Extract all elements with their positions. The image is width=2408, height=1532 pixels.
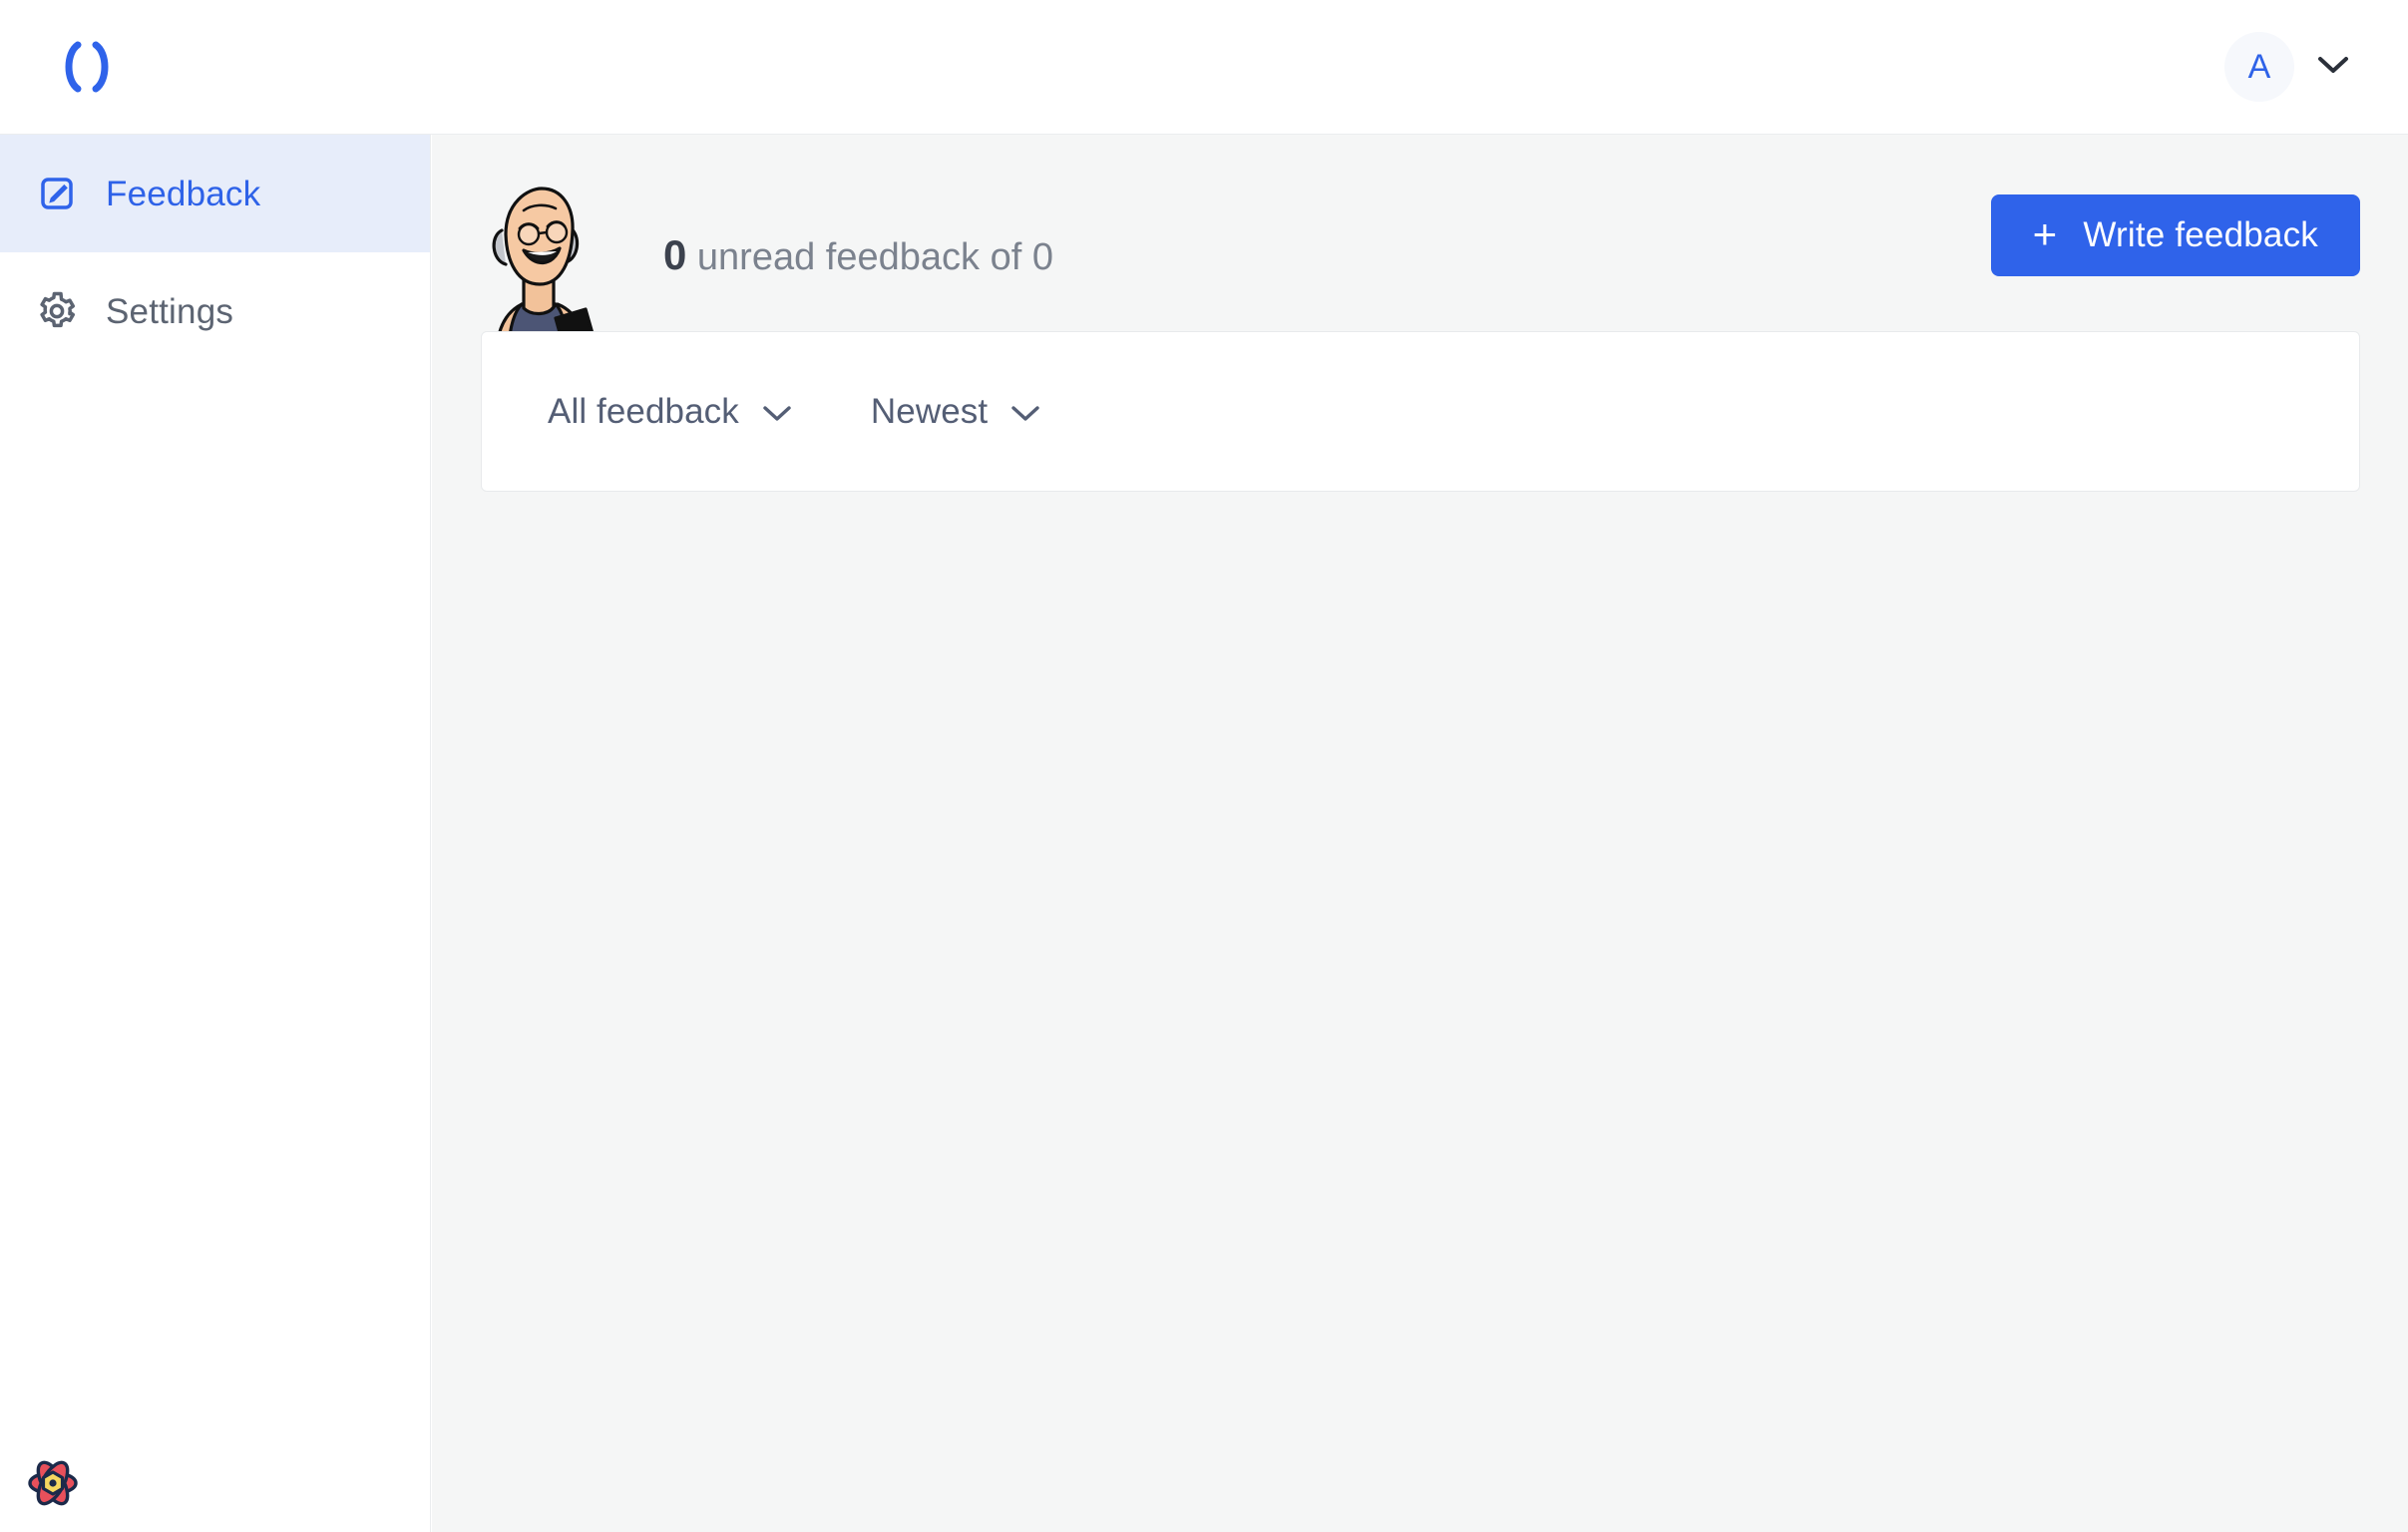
- filter-label: All feedback: [548, 392, 739, 431]
- plus-icon: +: [2032, 209, 2058, 257]
- top-bar: A: [0, 0, 2408, 135]
- sidebar-item-feedback[interactable]: Feedback: [0, 135, 430, 252]
- sidebar-item-label: Feedback: [106, 174, 261, 213]
- sidebar: Feedback Settings: [0, 135, 431, 1532]
- brand-logo[interactable]: [52, 0, 122, 134]
- chevron-down-icon[interactable]: [1009, 394, 1041, 429]
- pencil-square-icon: [36, 173, 78, 214]
- write-feedback-button[interactable]: + Write feedback: [1990, 194, 2360, 276]
- gear-icon: [36, 290, 78, 332]
- filter-bar: All feedback Newest: [481, 331, 2360, 492]
- avatar-initial: A: [2247, 48, 2271, 86]
- main-content: 0 unread feedback of 0 + Write feedback …: [432, 135, 2408, 1532]
- parentheses-logo-icon: [52, 37, 122, 97]
- app-root: A Feedback Settings 0 unread feedback of…: [0, 0, 2408, 1532]
- chevron-down-icon[interactable]: [761, 394, 793, 429]
- unread-count: 0: [663, 231, 687, 278]
- sidebar-item-label: Settings: [106, 291, 234, 331]
- avatar[interactable]: A: [2224, 32, 2294, 102]
- account-menu[interactable]: A: [2224, 32, 2350, 102]
- chevron-down-icon[interactable]: [2316, 54, 2350, 81]
- filter-dropdown-sort-newest[interactable]: Newest: [871, 394, 1041, 429]
- react-flower-badge-icon[interactable]: [22, 1452, 84, 1514]
- unread-count-text: unread feedback of: [686, 236, 1032, 278]
- feedback-header: 0 unread feedback of 0 + Write feedback: [432, 135, 2408, 368]
- total-count: 0: [1031, 236, 1053, 278]
- filter-label: Newest: [870, 392, 989, 431]
- sidebar-item-settings[interactable]: Settings: [0, 252, 430, 370]
- unread-count-line: 0 unread feedback of 0: [663, 231, 1053, 278]
- filter-dropdown-all-feedback[interactable]: All feedback: [548, 394, 793, 429]
- write-feedback-label: Write feedback: [2083, 215, 2318, 254]
